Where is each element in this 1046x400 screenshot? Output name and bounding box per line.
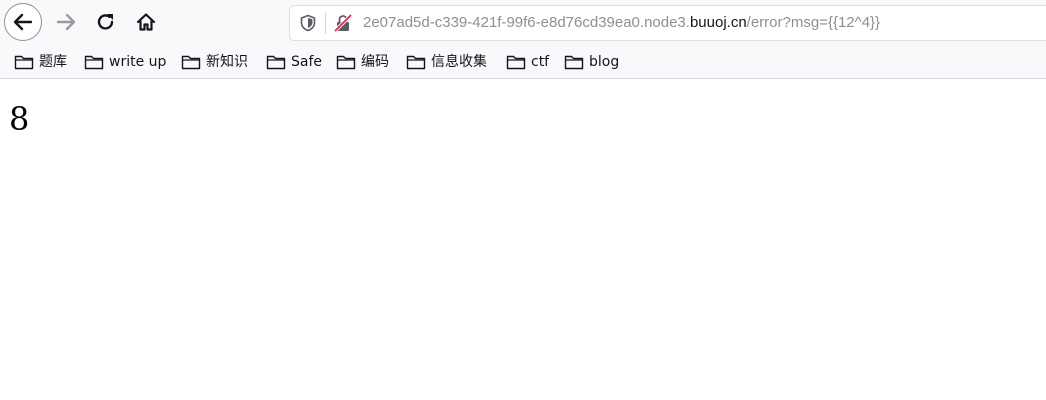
browser-toolbar: 2e07ad5d-c339-421f-99f6-e8d76cd39ea0.nod… [0, 0, 1046, 46]
folder-icon [336, 54, 356, 70]
url-prefix: 2e07ad5d-c339-421f-99f6-e8d76cd39ea0.nod… [363, 14, 690, 31]
bookmark-folder-safe[interactable]: Safe [266, 51, 322, 73]
folder-icon [564, 54, 584, 70]
bookmark-folder-tiku[interactable]: 题库 [14, 51, 67, 73]
reload-button[interactable] [87, 3, 125, 41]
bookmark-label: 题库 [39, 54, 67, 70]
bookmark-label: 编码 [361, 54, 389, 70]
bookmark-folder-info-gathering[interactable]: 信息收集 [406, 51, 487, 73]
folder-icon [84, 54, 104, 70]
bookmark-label: write up [109, 54, 167, 70]
insecure-lock-icon [334, 14, 352, 32]
bookmark-folder-ctf[interactable]: ctf [506, 51, 549, 73]
address-bar[interactable]: 2e07ad5d-c339-421f-99f6-e8d76cd39ea0.nod… [289, 5, 1046, 41]
arrow-left-icon [13, 13, 33, 31]
site-security-button[interactable] [332, 13, 354, 33]
page-content: 8 [0, 79, 1046, 400]
bookmark-folder-write-up[interactable]: write up [84, 51, 166, 73]
back-button[interactable] [4, 3, 42, 41]
urlbar-separator [325, 12, 326, 34]
tracking-protection-button[interactable] [298, 13, 318, 33]
url-text[interactable]: 2e07ad5d-c339-421f-99f6-e8d76cd39ea0.nod… [363, 14, 880, 32]
folder-icon [506, 54, 526, 70]
reload-icon [97, 14, 114, 30]
forward-button[interactable] [47, 3, 85, 41]
bookmark-label: blog [589, 54, 620, 70]
url-path: /error?msg={{12^4}} [746, 14, 881, 31]
bookmark-label: Safe [291, 54, 323, 70]
arrow-right-icon [56, 13, 76, 31]
url-domain: buuoj.cn [689, 14, 747, 31]
bookmark-label: 信息收集 [431, 54, 487, 70]
bookmark-folder-blog[interactable]: blog [564, 51, 619, 73]
home-icon [136, 13, 156, 31]
folder-icon [266, 54, 286, 70]
folder-icon [14, 54, 34, 70]
bookmarks-toolbar: 题库 write up 新知识 Safe 编码 信息收集 ctf blog [0, 46, 1046, 79]
folder-icon [406, 54, 426, 70]
bookmark-label: 新知识 [206, 54, 248, 70]
home-button[interactable] [127, 3, 165, 41]
bookmark-label: ctf [531, 54, 550, 70]
folder-icon [181, 54, 201, 70]
page-result-text: 8 [9, 100, 30, 138]
shield-icon [300, 14, 316, 32]
bookmark-folder-new-knowledge[interactable]: 新知识 [181, 51, 248, 73]
bookmark-folder-encoding[interactable]: 编码 [336, 51, 389, 73]
